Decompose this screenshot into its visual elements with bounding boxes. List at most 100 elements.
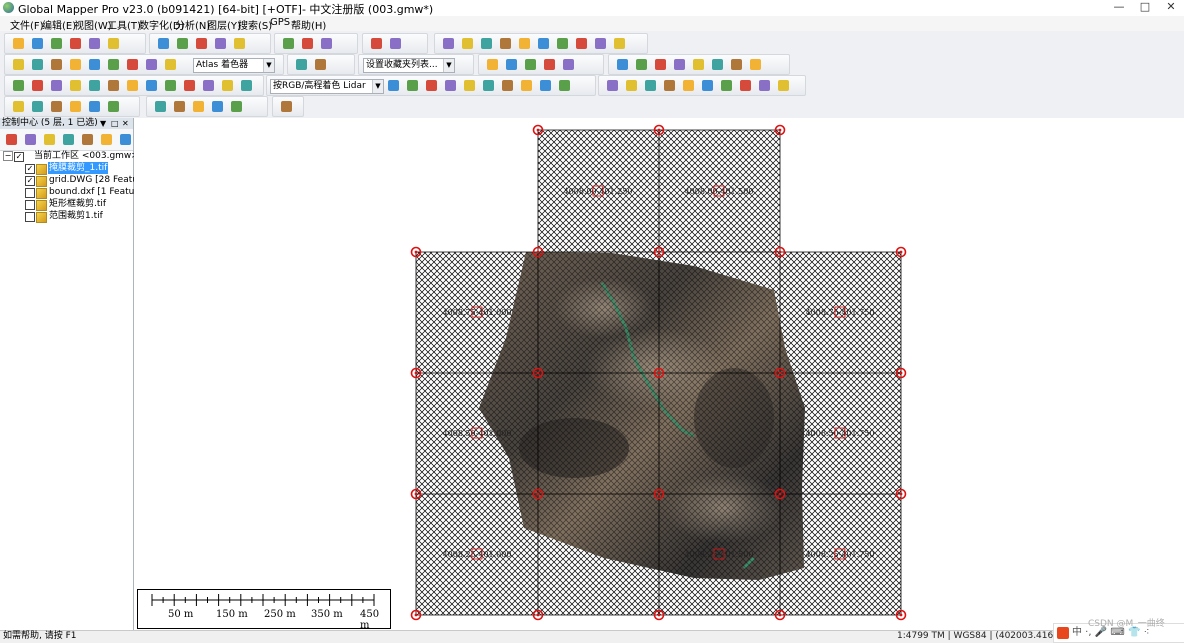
tool-button[interactable] [504, 57, 519, 72]
tool-button[interactable] [294, 57, 309, 72]
layer-checkbox[interactable] [25, 212, 35, 222]
tool-button[interactable] [710, 57, 725, 72]
tool-button[interactable] [662, 78, 677, 93]
menu-gps[interactable]: GPS [270, 17, 290, 28]
favorites-combo[interactable]: 设置收藏夹列表... ▼ [363, 58, 455, 73]
tool-button[interactable] [738, 78, 753, 93]
tool-button[interactable] [634, 57, 649, 72]
tool-button[interactable] [523, 57, 538, 72]
tool-button[interactable] [369, 36, 384, 51]
tool-button[interactable] [30, 78, 45, 93]
shader-combo[interactable]: Atlas 着色器 ▼ [193, 58, 275, 73]
tool-button[interactable] [555, 36, 570, 51]
tool-button[interactable] [405, 78, 420, 93]
tool-button[interactable] [106, 36, 121, 51]
tool-button[interactable] [719, 78, 734, 93]
tool-button[interactable] [729, 57, 744, 72]
tool-button[interactable] [156, 36, 171, 51]
tool-button[interactable] [191, 99, 206, 114]
tool-button[interactable] [87, 78, 102, 93]
tool-button[interactable] [424, 78, 439, 93]
tool-button[interactable] [643, 78, 658, 93]
tool-button[interactable] [125, 57, 140, 72]
tool-button[interactable] [68, 78, 83, 93]
tool-button[interactable] [229, 99, 244, 114]
tool-button[interactable] [125, 78, 140, 93]
menu-analysis[interactable]: 分析(N) [175, 17, 210, 32]
tool-button[interactable] [605, 78, 620, 93]
tool-button[interactable] [776, 78, 791, 93]
menu-file[interactable]: 文件(F) [10, 17, 44, 32]
tool-button[interactable] [68, 57, 83, 72]
tool-button[interactable] [538, 78, 553, 93]
tool-button[interactable] [481, 78, 496, 93]
tool-button[interactable] [99, 132, 114, 147]
tool-button[interactable] [624, 78, 639, 93]
tool-button[interactable] [87, 36, 102, 51]
minimize-button[interactable]: — [1106, 0, 1132, 15]
tool-button[interactable] [172, 99, 187, 114]
restore-button[interactable]: □ [111, 118, 119, 129]
close-button[interactable]: ✕ [1158, 0, 1184, 15]
tool-button[interactable] [106, 57, 121, 72]
tool-button[interactable] [30, 57, 45, 72]
tool-button[interactable] [460, 36, 475, 51]
tool-button[interactable] [615, 57, 630, 72]
tool-button[interactable] [23, 132, 38, 147]
tool-button[interactable] [49, 36, 64, 51]
tool-button[interactable] [87, 99, 102, 114]
map-view[interactable]: 4008.00-401.250 4008.00-401.500 4008.75-40… [134, 118, 1184, 630]
tool-button[interactable] [313, 57, 328, 72]
tool-button[interactable] [118, 132, 133, 147]
tool-button[interactable] [11, 36, 26, 51]
tool-button[interactable] [106, 99, 121, 114]
tool-button[interactable] [11, 57, 26, 72]
tool-button[interactable] [106, 78, 121, 93]
tool-button[interactable] [213, 36, 228, 51]
tool-button[interactable] [479, 36, 494, 51]
tool-button[interactable] [517, 36, 532, 51]
tool-button[interactable] [30, 99, 45, 114]
tool-button[interactable] [281, 36, 296, 51]
tool-button[interactable] [220, 78, 235, 93]
tool-button[interactable] [11, 99, 26, 114]
tool-button[interactable] [4, 132, 19, 147]
tool-button[interactable] [175, 36, 190, 51]
menu-layer[interactable]: 图层(Y) [207, 17, 241, 32]
tool-button[interactable] [319, 36, 334, 51]
tool-button[interactable] [49, 78, 64, 93]
tool-button[interactable] [232, 36, 247, 51]
tool-button[interactable] [557, 78, 572, 93]
tool-button[interactable] [87, 57, 102, 72]
tool-button[interactable] [144, 57, 159, 72]
tool-button[interactable] [542, 57, 557, 72]
tool-button[interactable] [388, 36, 403, 51]
layer-checkbox[interactable]: ✓ [25, 164, 35, 174]
tool-button[interactable] [536, 36, 551, 51]
tool-button[interactable] [61, 132, 76, 147]
tool-button[interactable] [194, 36, 209, 51]
tool-button[interactable] [11, 78, 26, 93]
tool-button[interactable] [182, 78, 197, 93]
menu-tools[interactable]: 工具(T) [107, 17, 141, 32]
tool-button[interactable] [279, 99, 294, 114]
pin-button[interactable]: ▼ [100, 118, 106, 129]
tool-button[interactable] [163, 78, 178, 93]
tool-button[interactable] [574, 36, 589, 51]
menu-search[interactable]: 搜索(S) [238, 17, 272, 32]
tool-button[interactable] [681, 78, 696, 93]
tool-button[interactable] [201, 78, 216, 93]
tool-button[interactable] [68, 36, 83, 51]
tool-button[interactable] [144, 78, 159, 93]
tool-button[interactable] [561, 57, 576, 72]
tool-button[interactable] [593, 36, 608, 51]
tool-button[interactable] [80, 132, 95, 147]
tool-button[interactable] [30, 36, 45, 51]
tool-button[interactable] [441, 36, 456, 51]
menu-help[interactable]: 帮助(H) [291, 17, 326, 32]
tool-button[interactable] [485, 57, 500, 72]
tool-button[interactable] [519, 78, 534, 93]
tool-button[interactable] [49, 57, 64, 72]
menu-edit[interactable]: 编辑(E) [42, 17, 76, 32]
tool-button[interactable] [443, 78, 458, 93]
